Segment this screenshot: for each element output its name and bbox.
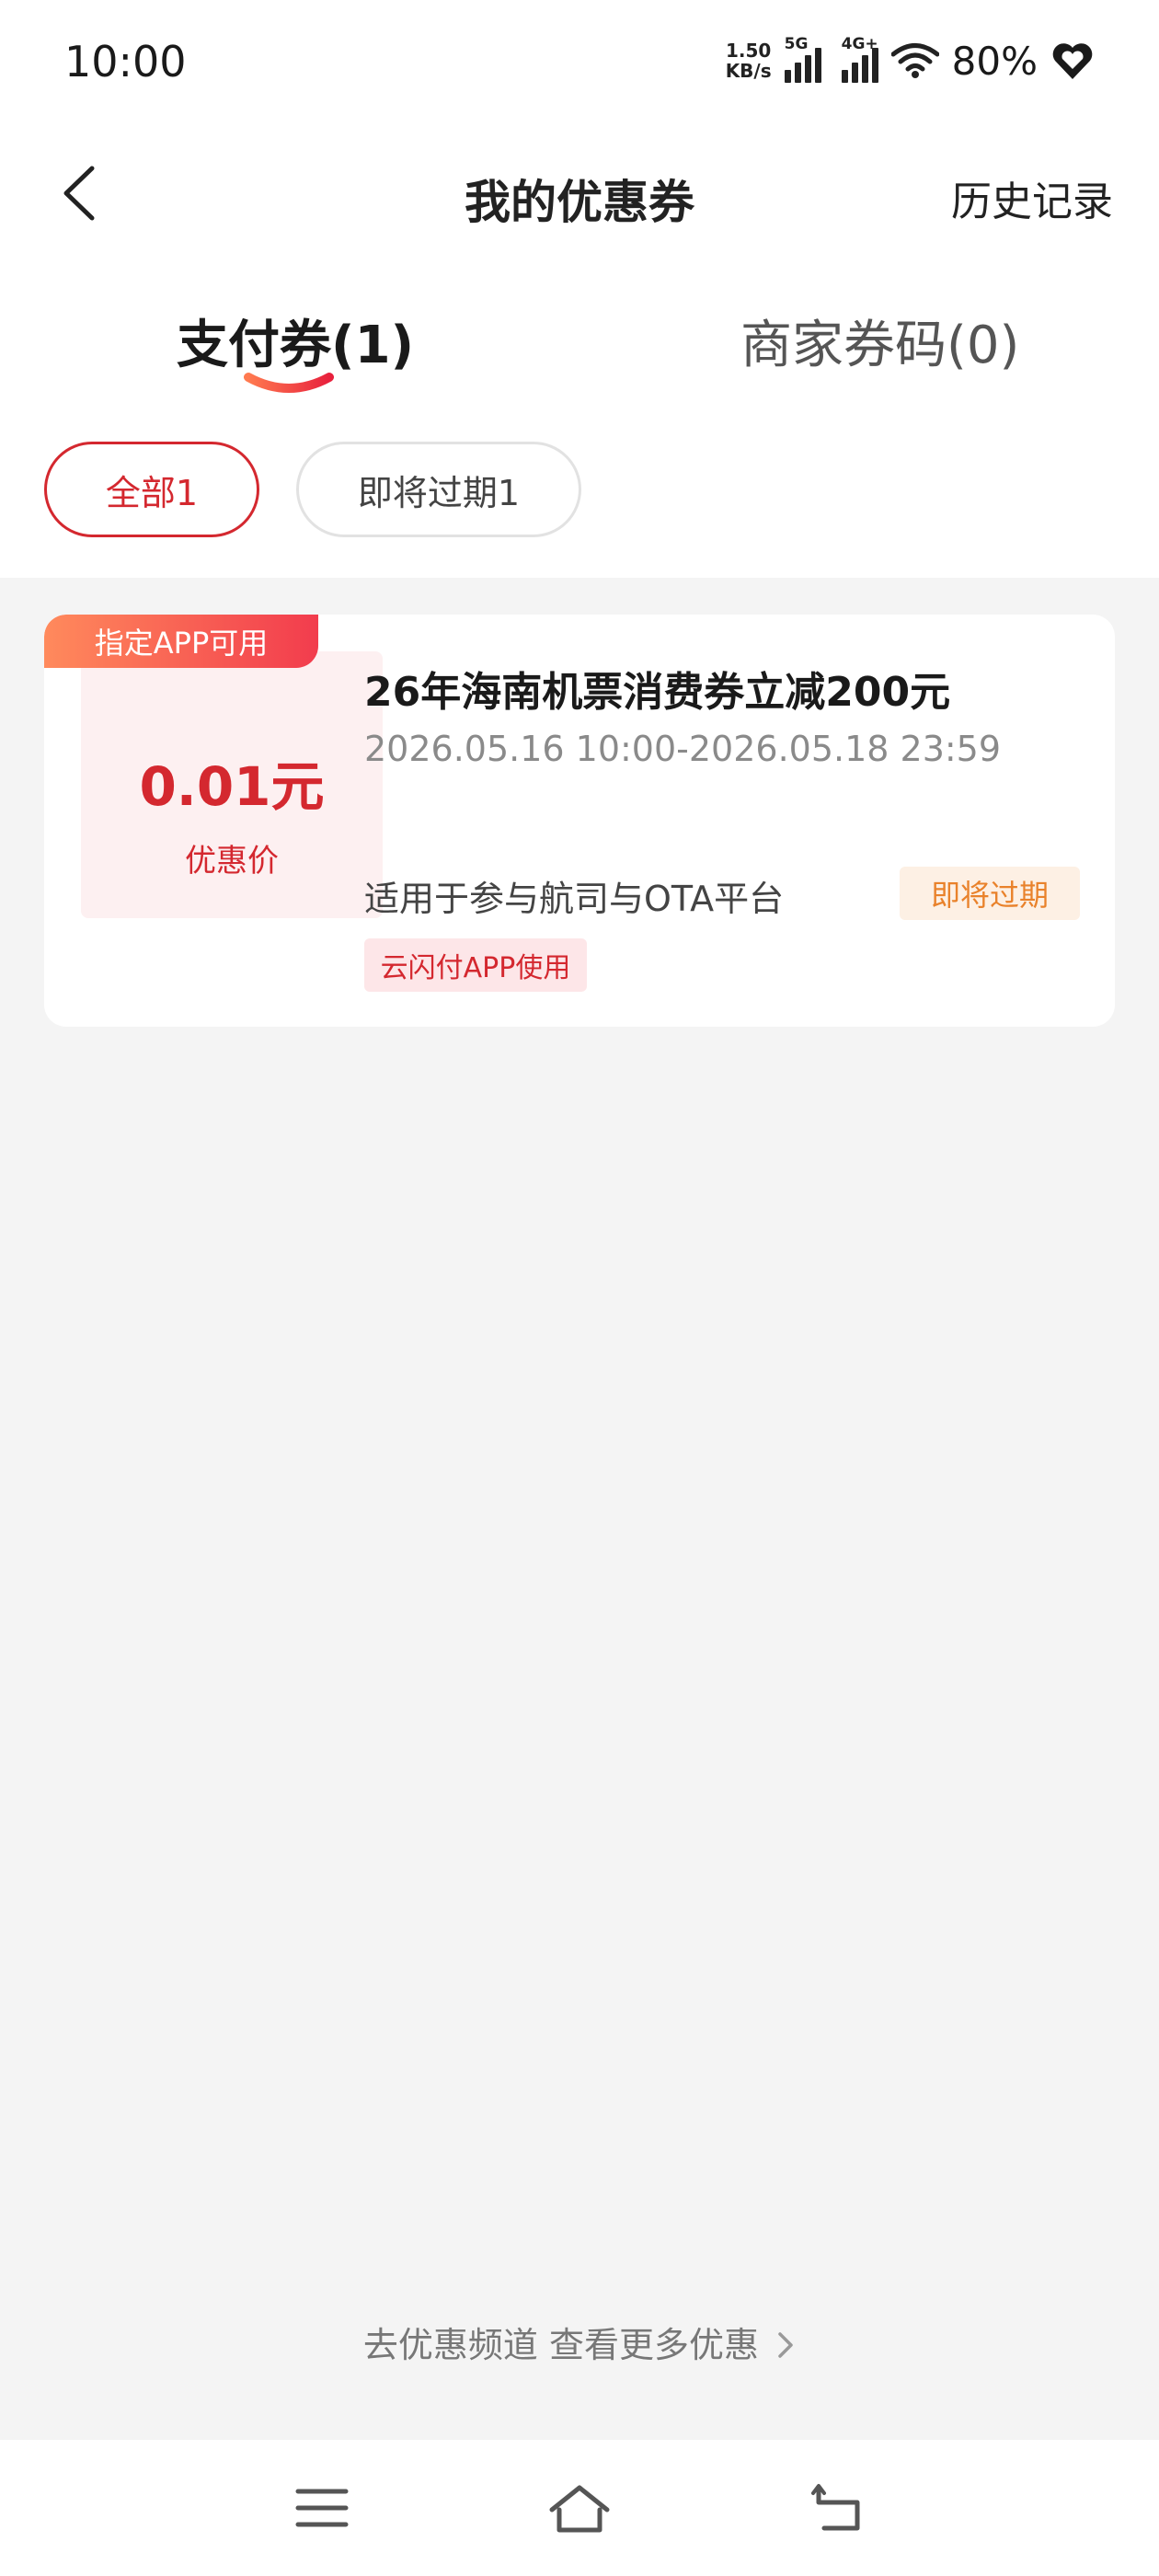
signal-4g-icon: 4G+ [841, 35, 878, 83]
tab-merchant-codes[interactable]: 商家券码(0) [740, 304, 1019, 378]
coupon-card[interactable]: 0.01元 优惠价 指定APP可用 26年海南机票消费券立减200元 2026.… [44, 615, 1115, 1027]
coupon-price: 0.01元 [139, 755, 325, 818]
expiring-soon-badge: 即将过期 [900, 867, 1080, 920]
chevron-right-icon [778, 2332, 793, 2358]
back-nav-icon[interactable] [809, 2482, 865, 2534]
history-link[interactable]: 历史记录 [951, 168, 1113, 227]
signal-5g-icon: 5G [784, 35, 821, 83]
coupon-title: 26年海南机票消费券立减200元 [364, 669, 951, 716]
coupon-price-label: 优惠价 [185, 843, 279, 880]
coupon-scope: 适用于参与航司与OTA平台 [364, 879, 785, 919]
battery-heart-icon [1052, 43, 1093, 79]
coupon-price-box: 0.01元 优惠价 [81, 651, 383, 918]
coupon-validity-period: 2026.05.16 10:00-2026.05.18 23:59 [364, 729, 1002, 769]
more-offers-label: 去优惠频道 查看更多优惠 [362, 2325, 759, 2365]
app-usage-badge: 云闪付APP使用 [364, 938, 587, 992]
status-time: 10:00 [64, 37, 187, 86]
active-tab-indicator [244, 373, 334, 393]
system-navigation-bar [0, 2440, 1159, 2576]
status-icons: 1.50 KB/s 5G 4G+ 80% [726, 33, 1095, 88]
home-icon[interactable] [548, 2482, 611, 2534]
network-speed: 1.50 KB/s [725, 40, 772, 82]
wifi-icon [890, 43, 939, 78]
filter-all-chip[interactable]: 全部1 [44, 442, 259, 537]
menu-icon[interactable] [294, 2482, 350, 2534]
header-area: 10:00 1.50 KB/s 5G 4G+ 80% 我的优惠券 历史记录 支付… [0, 0, 1159, 578]
tab-payment-coupons[interactable]: 支付券(1) [177, 304, 414, 378]
app-only-tag: 指定APP可用 [44, 615, 318, 668]
filter-expiring-chip[interactable]: 即将过期1 [296, 442, 581, 537]
more-offers-link[interactable]: 去优惠频道 查看更多优惠 [0, 2317, 1159, 2367]
battery-percent: 80% [951, 38, 1038, 84]
